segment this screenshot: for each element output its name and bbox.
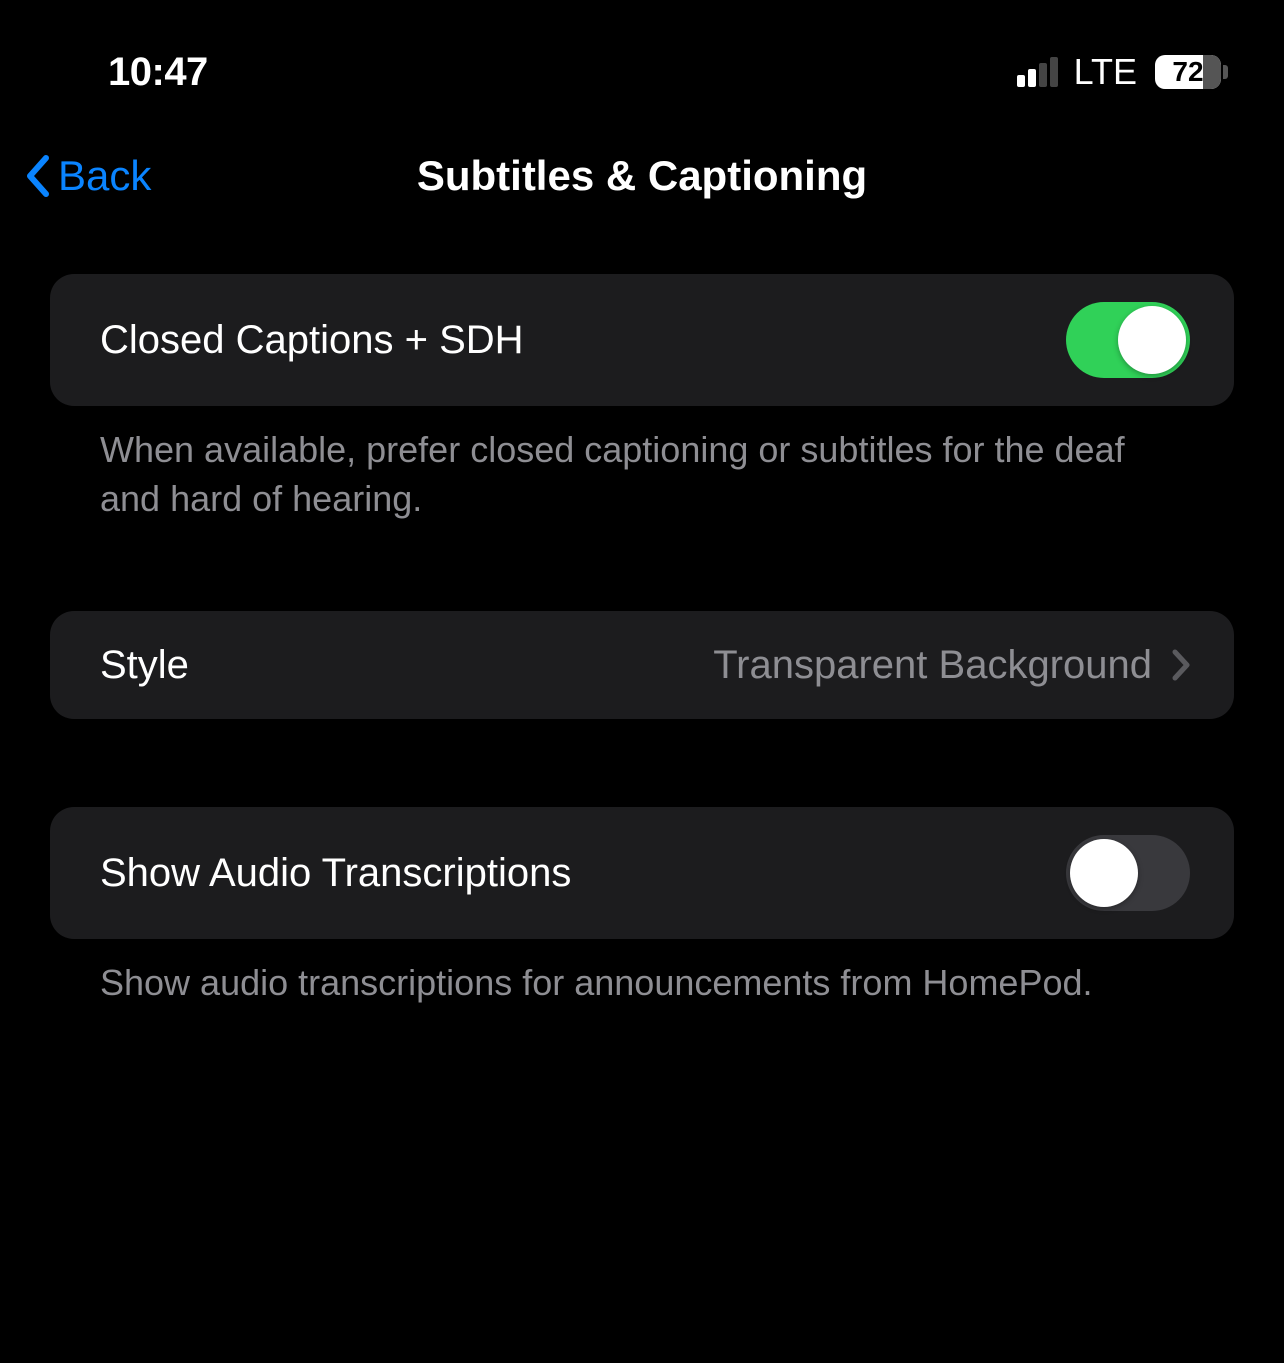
- page-title: Subtitles & Captioning: [0, 152, 1284, 200]
- style-group: Style Transparent Background: [50, 611, 1234, 719]
- status-bar: 10:47 LTE 72: [0, 0, 1284, 104]
- closed-captions-row[interactable]: Closed Captions + SDH: [50, 274, 1234, 406]
- audio-transcriptions-toggle[interactable]: [1066, 835, 1190, 911]
- audio-transcriptions-group: Show Audio Transcriptions: [50, 807, 1234, 939]
- chevron-left-icon: [24, 154, 52, 198]
- battery-icon: 72: [1155, 55, 1228, 89]
- closed-captions-group: Closed Captions + SDH: [50, 274, 1234, 406]
- toggle-knob: [1118, 306, 1186, 374]
- closed-captions-toggle[interactable]: [1066, 302, 1190, 378]
- network-label: LTE: [1074, 51, 1137, 93]
- cellular-signal-icon: [1017, 57, 1058, 87]
- style-row[interactable]: Style Transparent Background: [50, 611, 1234, 719]
- closed-captions-footer: When available, prefer closed captioning…: [50, 406, 1234, 523]
- audio-transcriptions-footer: Show audio transcriptions for announceme…: [50, 939, 1234, 1008]
- back-label: Back: [58, 152, 151, 200]
- audio-transcriptions-row[interactable]: Show Audio Transcriptions: [50, 807, 1234, 939]
- status-time: 10:47: [108, 50, 208, 95]
- status-right: LTE 72: [1017, 51, 1228, 93]
- toggle-knob: [1070, 839, 1138, 907]
- nav-bar: Back Subtitles & Captioning: [0, 104, 1284, 224]
- battery-percent: 72: [1155, 56, 1221, 88]
- closed-captions-label: Closed Captions + SDH: [100, 318, 524, 363]
- style-value: Transparent Background: [713, 643, 1152, 688]
- audio-transcriptions-label: Show Audio Transcriptions: [100, 851, 571, 896]
- content: Closed Captions + SDH When available, pr…: [0, 224, 1284, 1008]
- style-label: Style: [100, 643, 189, 688]
- chevron-right-icon: [1172, 649, 1190, 681]
- back-button[interactable]: Back: [24, 152, 151, 200]
